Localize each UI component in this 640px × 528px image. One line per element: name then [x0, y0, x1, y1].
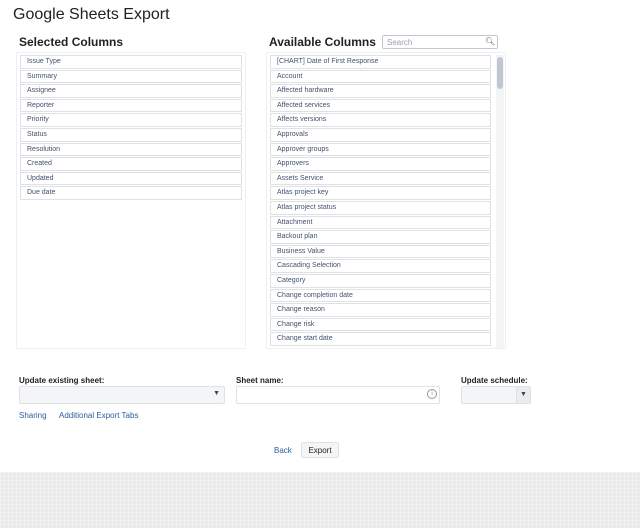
update-existing-sheet-select[interactable]: ▼	[19, 386, 225, 404]
selected-column-item[interactable]: Updated	[20, 171, 242, 186]
available-columns-scrollbar[interactable]	[496, 55, 504, 348]
available-column-item[interactable]: Approvers	[270, 157, 491, 171]
additional-export-tabs-link[interactable]: Additional Export Tabs	[59, 411, 138, 420]
available-column-item[interactable]: Attachment	[270, 215, 491, 230]
export-button[interactable]: Export	[301, 442, 339, 458]
available-columns-search-input[interactable]	[382, 35, 498, 49]
selected-column-item[interactable]: Due date	[20, 186, 242, 200]
selected-columns-heading: Selected Columns	[19, 35, 124, 49]
selected-column-item[interactable]: Issue Type	[20, 55, 242, 69]
selected-column-item[interactable]: Created	[20, 157, 242, 171]
available-column-item[interactable]: Assets Service	[270, 171, 491, 186]
selected-column-item[interactable]: Resolution	[20, 142, 242, 157]
available-column-item[interactable]: Approvals	[270, 127, 491, 142]
selected-column-item[interactable]: Status	[20, 127, 242, 142]
scrollbar-thumb[interactable]	[497, 57, 503, 89]
available-column-item[interactable]: Atlas project key	[270, 186, 491, 200]
chevron-down-icon: ▼	[213, 390, 220, 397]
available-column-item[interactable]: Business Value	[270, 244, 491, 259]
export-panel: Google Sheets Export Selected Columns Av…	[0, 0, 640, 472]
sharing-link[interactable]: Sharing	[19, 411, 47, 420]
available-column-item[interactable]: Cascading Selection	[270, 259, 491, 273]
available-column-item[interactable]: [CHART] Date of First Response	[270, 55, 491, 69]
update-schedule-select[interactable]: ▼	[461, 386, 531, 404]
available-column-item[interactable]: Atlas project status	[270, 200, 491, 215]
search-icon[interactable]: 🔍︎	[485, 36, 495, 47]
available-column-item[interactable]: Affected hardware	[270, 84, 491, 98]
available-columns-list: [CHART] Date of First Response Account Aff…	[266, 52, 506, 349]
back-link[interactable]: Back	[274, 446, 292, 455]
available-columns-heading: Available Columns	[269, 35, 376, 49]
available-column-item[interactable]: Change start date	[270, 332, 491, 346]
available-column-item[interactable]: Approver groups	[270, 142, 491, 157]
update-schedule-label: Update schedule:	[461, 376, 528, 385]
selected-columns-list: Issue Type Summary Assignee Reporter Priorit…	[16, 52, 246, 349]
sheet-name-label: Sheet name:	[236, 376, 284, 385]
selected-column-item[interactable]: Assignee	[20, 84, 242, 98]
available-column-item[interactable]: Category	[270, 273, 491, 288]
available-column-item[interactable]: Change reason	[270, 303, 491, 317]
chevron-down-icon[interactable]: ▼	[516, 387, 530, 403]
available-column-item[interactable]: Change completion date	[270, 288, 491, 303]
info-icon: i	[427, 389, 437, 399]
selected-column-item[interactable]: Summary	[20, 69, 242, 84]
available-column-item[interactable]: Affected services	[270, 98, 491, 113]
sheet-name-input[interactable]	[236, 386, 440, 404]
available-column-item[interactable]: Change risk	[270, 317, 491, 332]
available-column-item[interactable]: Account	[270, 69, 491, 84]
update-existing-sheet-label: Update existing sheet:	[19, 376, 105, 385]
selected-column-item[interactable]: Reporter	[20, 98, 242, 113]
available-column-item[interactable]: Backout plan	[270, 230, 491, 244]
page-title: Google Sheets Export	[13, 6, 170, 23]
available-column-item[interactable]: Affects versions	[270, 113, 491, 127]
selected-column-item[interactable]: Priority	[20, 113, 242, 127]
